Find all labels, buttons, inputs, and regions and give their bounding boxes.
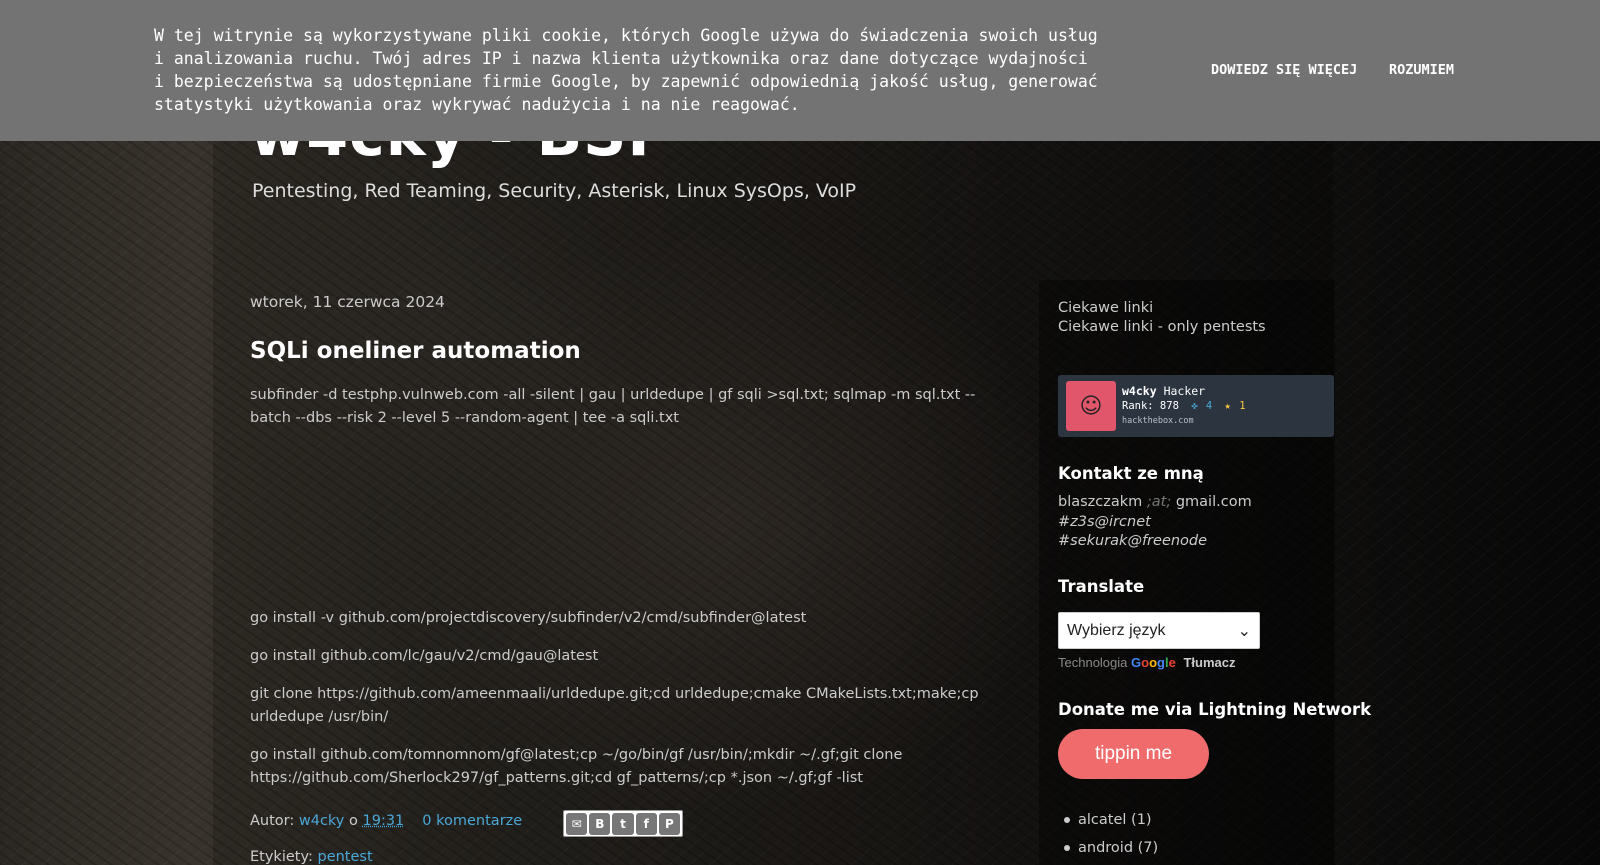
htb-rank: Rank: 878 — [1122, 399, 1179, 412]
donate-title: Donate me via Lightning Network — [1058, 700, 1372, 719]
blog-description: Pentesting, Red Teaming, Security, Aster… — [252, 180, 857, 202]
htb-site: hackthebox.com — [1122, 415, 1194, 426]
author-prefix: Autor: — [250, 813, 299, 829]
post-time-link[interactable]: 19:31 — [363, 813, 405, 829]
post-paragraph: go install -v github.com/projectdiscover… — [250, 610, 807, 626]
share-buttons: ✉ B t f P — [563, 810, 683, 837]
htb-rank-title: Hacker — [1163, 383, 1206, 398]
cookie-notice-text: W tej witrynie są wykorzystywane pliki c… — [154, 26, 1098, 114]
label-name: android — [1078, 840, 1134, 856]
contact-title: Kontakt ze mną — [1058, 464, 1204, 483]
translate-link[interactable]: Tłumacz — [1183, 655, 1235, 670]
irc-channel: #z3s@ircnet — [1058, 513, 1151, 530]
labels-prefix: Etykiety: — [250, 849, 318, 865]
list-item[interactable]: android (7) — [1064, 838, 1158, 865]
sidebar-link[interactable]: Ciekawe linki — [1058, 300, 1153, 316]
bullet-icon — [1064, 817, 1070, 823]
post-title[interactable]: SQLi oneliner automation — [250, 338, 581, 364]
label-count: (7) — [1137, 840, 1159, 856]
respect-icon: ✜ — [1191, 399, 1198, 412]
post-paragraph: go install github.com/tomnomnom/gf@lates… — [250, 747, 903, 786]
google-logo: Google — [1131, 655, 1176, 670]
comments-link[interactable]: 0 komentarze — [422, 813, 522, 829]
irc-channel: #sekurak@freenode — [1058, 533, 1208, 549]
star-icon: ★ — [1224, 399, 1231, 412]
htb-respect-count: 4 — [1205, 399, 1213, 412]
cookie-notice-bar: W tej witrynie są wykorzystywane pliki c… — [0, 0, 1600, 141]
accept-cookies-button[interactable]: Rozumiem — [1389, 62, 1454, 78]
label-count: (1) — [1131, 812, 1152, 828]
email-icon[interactable]: ✉ — [566, 812, 588, 835]
label-name: alcatel — [1078, 812, 1127, 828]
label-link[interactable]: pentest — [317, 849, 372, 865]
blogger-icon[interactable]: B — [589, 812, 611, 835]
post-date: wtorek, 11 czerwca 2024 — [250, 293, 445, 311]
time-prefix: o — [344, 813, 363, 829]
bullet-icon — [1064, 845, 1070, 851]
translate-title: Translate — [1058, 577, 1145, 596]
facebook-icon[interactable]: f — [635, 812, 657, 835]
powered-by-google: Technologia Google Tłumacz — [1058, 655, 1236, 670]
sidebar-link[interactable]: Ciekawe linki - only pentests — [1058, 319, 1266, 335]
twitter-icon[interactable]: t — [612, 812, 634, 835]
post-command: subfinder -d testphp.vulnweb.com -all -s… — [250, 387, 976, 426]
post-labels: Etykiety: pentest — [250, 849, 373, 865]
hackthebox-badge[interactable]: ☺ w4cky Hacker Rank: 878 ✜ 4 ★ 1 hackthe… — [1058, 375, 1334, 437]
language-select[interactable]: Wybierz język ⌄ — [1058, 612, 1260, 649]
pinterest-icon[interactable]: P — [658, 812, 681, 835]
htb-username: w4cky — [1122, 383, 1157, 398]
labels-list: alcatel (1) android (7) — [1064, 810, 1158, 865]
chevron-down-icon: ⌄ — [1237, 622, 1251, 640]
powered-prefix: Technologia — [1058, 655, 1128, 670]
avatar: ☺ — [1066, 381, 1116, 431]
email-user: blaszczakm — [1058, 494, 1147, 510]
tippin-button[interactable]: tippin me — [1058, 729, 1209, 779]
contact-info: blaszczakm ;at; gmail.com #z3s@ircnet #s… — [1058, 493, 1252, 552]
htb-star-count: 1 — [1239, 399, 1246, 412]
list-item[interactable]: alcatel (1) — [1064, 810, 1158, 838]
email-at: ;at; — [1146, 494, 1172, 510]
author-link[interactable]: w4cky — [299, 813, 345, 829]
language-select-value: Wybierz język — [1067, 621, 1166, 639]
email-domain: gmail.com — [1171, 494, 1252, 510]
learn-more-link[interactable]: Dowiedz się więcej — [1211, 62, 1357, 78]
post-footer: Autor: w4cky o 19:31 0 komentarze — [250, 813, 522, 829]
htb-info: w4cky Hacker Rank: 878 ✜ 4 ★ 1 hackthebo… — [1122, 384, 1246, 429]
post-paragraph: go install github.com/lc/gau/v2/cmd/gau@… — [250, 648, 599, 664]
post-paragraph: git clone https://github.com/ameenmaali/… — [250, 686, 979, 725]
